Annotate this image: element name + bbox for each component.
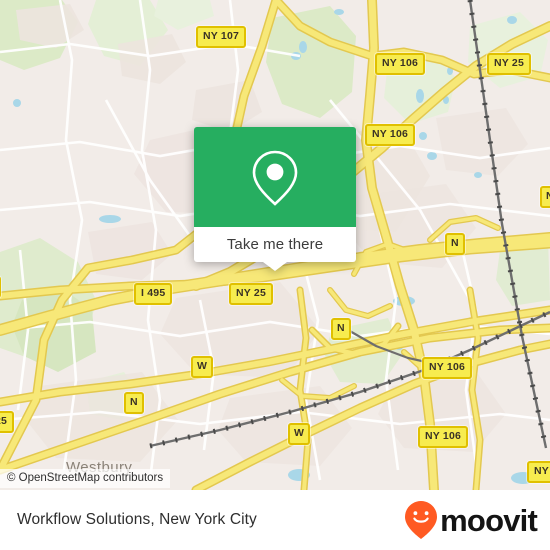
road-shield-ny-106-bottom[interactable]: NY 106 — [418, 426, 469, 448]
location-pin-icon — [252, 150, 298, 206]
osm-attribution[interactable]: © OpenStreetMap contributors — [0, 469, 171, 488]
road-shield-w-lower[interactable]: W — [288, 423, 311, 445]
road-shield-n-center[interactable]: N — [331, 318, 351, 340]
shield-label: NY 106 — [372, 128, 409, 140]
take-me-there-label: Take me there — [226, 236, 324, 253]
shield-label: W — [294, 427, 305, 439]
shield-label: N — [546, 190, 550, 202]
shield-label: NY 25 — [494, 57, 524, 69]
page-title: Workflow Solutions, New York City — [17, 511, 257, 528]
shield-label: NY 25 — [236, 287, 266, 299]
moovit-pin-smiley-icon — [405, 501, 438, 539]
shield-label: N — [451, 237, 459, 249]
shield-label: N — [337, 322, 345, 334]
road-shield-ny-25-center[interactable]: NY 25 — [229, 283, 273, 305]
moovit-wordmark: moovit — [440, 502, 538, 538]
road-shield-i-495[interactable]: I 495 — [134, 283, 173, 305]
moovit-brand[interactable]: moovit — [404, 500, 538, 540]
shield-label: W — [197, 360, 208, 372]
road-shield-ny-106-lowerright[interactable]: NY 106 — [422, 357, 473, 379]
road-shield-ny-bottom-right-edge[interactable]: NY — [527, 461, 550, 483]
road-shield-n-lowerleft[interactable]: N — [124, 392, 144, 414]
road-shield-ny-106-top[interactable]: NY 106 — [375, 53, 426, 75]
take-me-there-callout[interactable]: Take me there — [194, 127, 356, 271]
shield-label: N — [130, 396, 138, 408]
page-footer: Workflow Solutions, New York City moovit — [0, 490, 550, 550]
road-shield-ny-107[interactable]: NY 107 — [196, 26, 247, 48]
take-me-there-button[interactable]: Take me there — [194, 227, 356, 262]
shield-label: 25 — [0, 415, 8, 427]
callout-tail — [263, 262, 287, 271]
callout-pin-area — [194, 127, 356, 227]
road-shield-ny-106-upper[interactable]: NY 106 — [365, 124, 416, 146]
road-shield-ny-25-top[interactable]: NY 25 — [487, 53, 531, 75]
shield-label: I 495 — [141, 287, 166, 299]
road-shield-w-center[interactable]: W — [191, 356, 214, 378]
shield-label: NY 106 — [382, 57, 419, 69]
road-shield-left-edge-upper[interactable] — [0, 276, 2, 298]
shield-label: NY — [534, 465, 549, 477]
map-page: NY 107 NY 106 NY 25 NY 106 N I 495 NY 25… — [0, 0, 550, 550]
map-canvas[interactable]: NY 107 NY 106 NY 25 NY 106 N I 495 NY 25… — [0, 0, 550, 490]
road-shield-25-left-edge[interactable]: 25 — [0, 411, 15, 433]
road-shield-n-right[interactable]: N — [445, 233, 465, 255]
shield-label: NY 106 — [429, 361, 466, 373]
shield-label: NY 106 — [425, 430, 462, 442]
road-shield-n-right-edge[interactable]: N — [540, 186, 550, 208]
osm-attribution-text: © OpenStreetMap contributors — [7, 472, 164, 484]
shield-label: NY 107 — [203, 30, 240, 42]
